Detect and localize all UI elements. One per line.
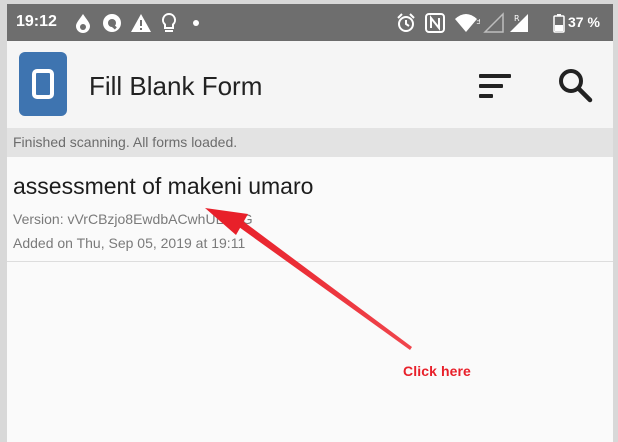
battery-percentage: 37 % — [568, 14, 600, 30]
app-window: 19:12 ± R 37 % Fill Blank Form Finished … — [7, 4, 613, 442]
form-name: assessment of makeni umaro — [13, 173, 314, 199]
lightbulb-icon — [160, 12, 178, 34]
scan-status-bar: Finished scanning. All forms loaded. — [7, 128, 613, 157]
wifi-icon: ± — [454, 12, 480, 34]
dot-icon — [191, 12, 201, 34]
sort-button[interactable] — [475, 69, 515, 103]
search-button[interactable] — [555, 65, 597, 105]
annotation-label: Click here — [403, 363, 471, 379]
search-icon — [559, 69, 593, 103]
nfc-icon — [424, 12, 446, 34]
page-title: Fill Blank Form — [89, 71, 263, 101]
signal-roaming-icon: R — [508, 12, 532, 34]
warning-icon — [130, 12, 152, 34]
battery-icon — [553, 12, 565, 34]
sort-icon — [479, 74, 511, 78]
app-bar: Fill Blank Form — [7, 41, 613, 128]
odk-collect-logo-icon — [19, 52, 67, 116]
status-bar: 19:12 ± R 37 % — [7, 4, 613, 41]
svg-text:±: ± — [476, 17, 480, 26]
form-added-date: Added on Thu, Sep 05, 2019 at 19:11 — [13, 235, 246, 251]
form-list-item[interactable]: assessment of makeni umaro Version: vVrC… — [7, 158, 613, 262]
drop-icon — [73, 12, 93, 34]
circle-q-icon — [101, 12, 123, 34]
status-time: 19:12 — [16, 13, 57, 30]
alarm-icon — [395, 12, 417, 34]
form-list-empty-area — [7, 262, 613, 442]
signal-icon — [483, 12, 505, 34]
svg-text:R: R — [514, 14, 520, 23]
scan-status-text: Finished scanning. All forms loaded. — [13, 134, 238, 150]
form-version: Version: vVrCBzjo8EwdbACwhULVwG — [13, 211, 253, 227]
